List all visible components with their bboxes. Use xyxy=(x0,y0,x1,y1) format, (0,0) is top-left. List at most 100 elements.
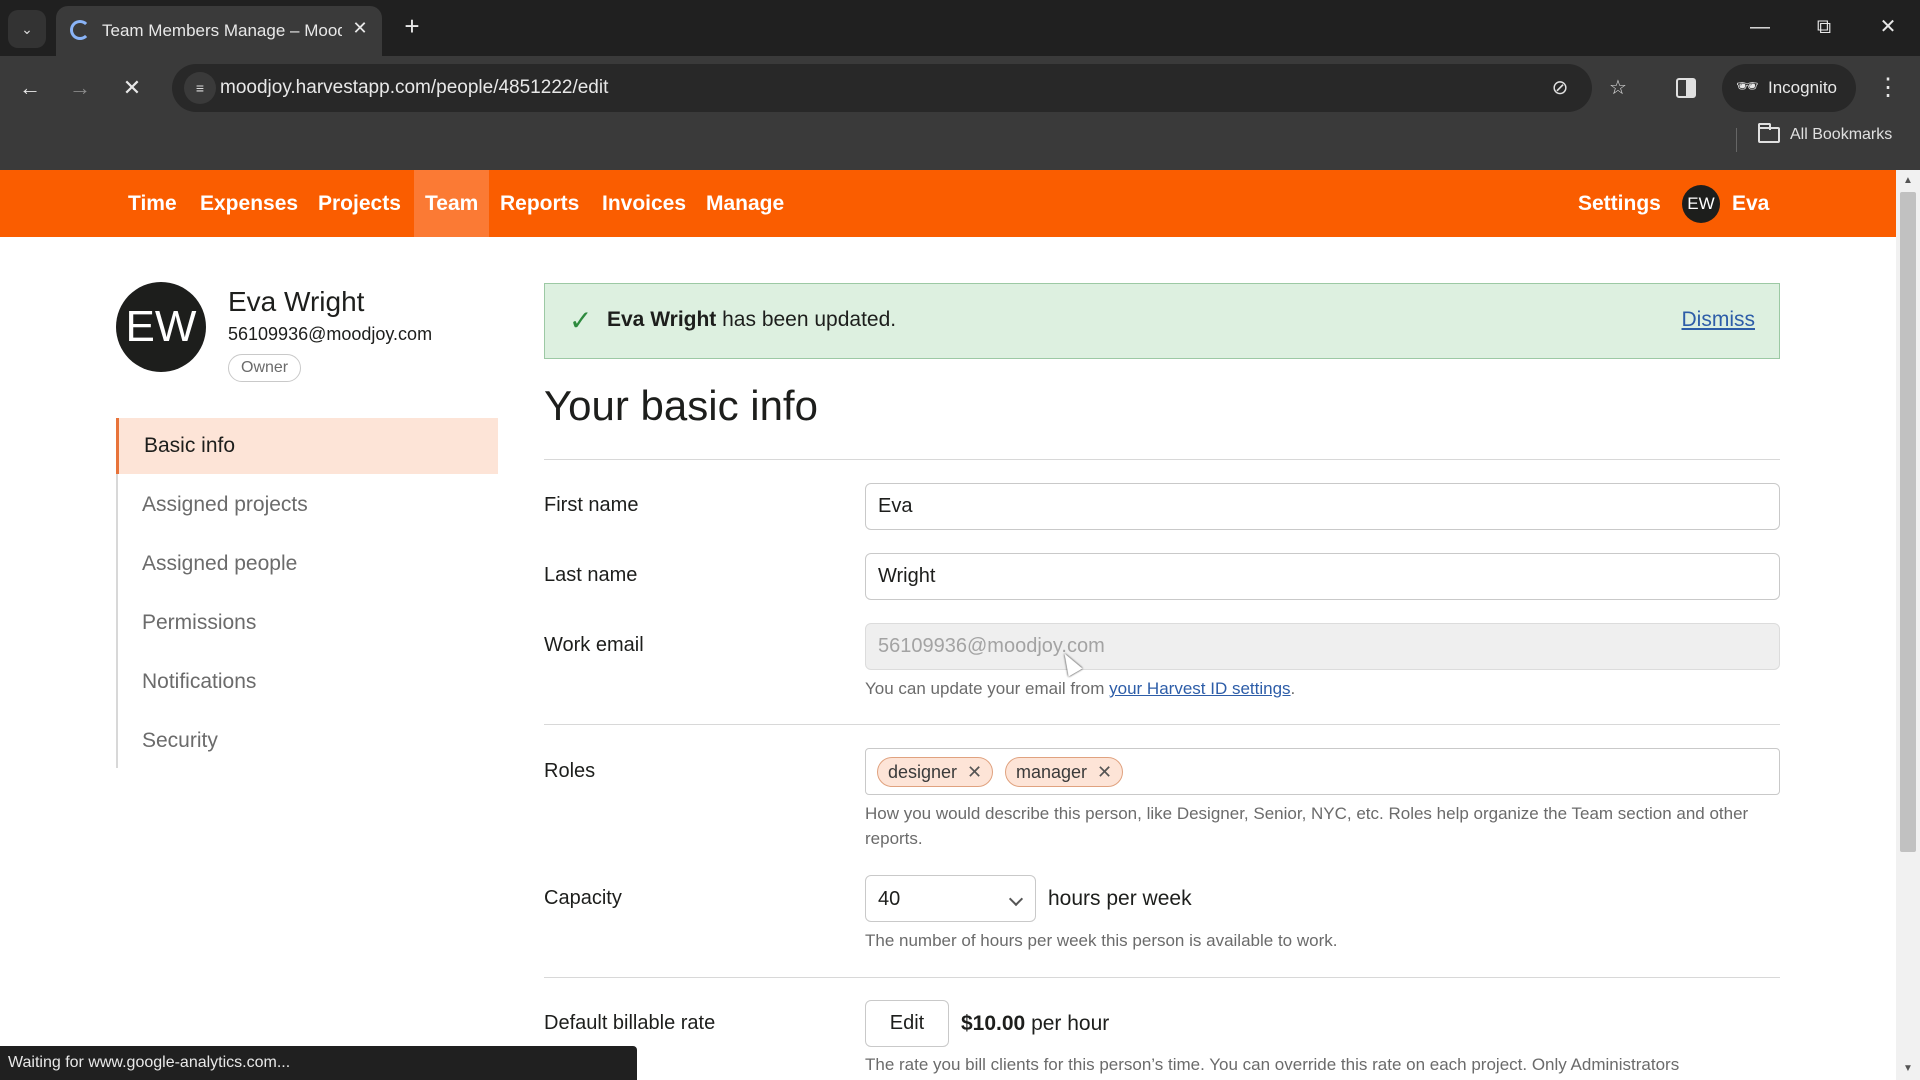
profile-name: Eva Wright xyxy=(228,286,365,317)
all-bookmarks-button[interactable]: All Bookmarks xyxy=(1758,123,1893,144)
billable-rate-unit: per hour xyxy=(1025,1012,1110,1035)
stop-loading-button[interactable]: ✕ xyxy=(114,70,150,106)
capacity-select[interactable]: 40 xyxy=(865,875,1036,922)
work-email-help: You can update your email from your Harv… xyxy=(865,676,1785,701)
new-tab-button[interactable]: + xyxy=(398,12,426,40)
success-flash: ✓ Eva Wright has been updated. Dismiss xyxy=(544,283,1780,359)
sidenav-security[interactable]: Security xyxy=(118,713,500,769)
billable-rate-value: $10.00 per hour xyxy=(961,1012,1109,1036)
nav-invoices[interactable]: Invoices xyxy=(591,170,697,237)
arrow-left-icon: ← xyxy=(19,75,41,100)
profile-sidenav: Basic info Assigned projects Assigned pe… xyxy=(116,418,498,768)
browser-tab[interactable]: Team Members Manage – Moodjoy ✕ xyxy=(56,6,382,56)
profile-avatar: EW xyxy=(116,282,206,372)
page-title: Your basic info xyxy=(544,382,818,429)
roles-help: How you would describe this person, like… xyxy=(865,804,1749,848)
capacity-value: 40 xyxy=(878,888,901,910)
roles-label: Roles xyxy=(544,760,596,782)
role-badge: Owner xyxy=(228,354,302,382)
eye-off-icon[interactable]: ⊘ xyxy=(1546,74,1574,102)
role-tag-label: manager xyxy=(1016,762,1088,782)
nav-reports[interactable]: Reports xyxy=(489,170,590,237)
billable-rate-amount: $10.00 xyxy=(961,1012,1026,1035)
section-divider xyxy=(544,459,1780,460)
arrow-right-icon: → xyxy=(69,75,91,100)
checkmark-icon: ✓ xyxy=(569,305,593,336)
work-email-label: Work email xyxy=(544,634,644,656)
section-divider xyxy=(544,977,1780,978)
billable-rate-label: Default billable rate xyxy=(544,1012,716,1034)
nav-projects[interactable]: Projects xyxy=(307,170,412,237)
star-icon[interactable]: ☆ xyxy=(1604,74,1632,102)
sidenav-assigned-people[interactable]: Assigned people xyxy=(118,536,500,592)
roles-input[interactable]: designer ✕ manager ✕ xyxy=(865,748,1780,795)
tab-title: Team Members Manage – Moodjoy xyxy=(102,21,342,40)
bookmarks-divider xyxy=(1736,128,1737,152)
scroll-down-icon[interactable]: ▼ xyxy=(1896,1060,1920,1078)
first-name-input[interactable]: Eva xyxy=(865,483,1780,530)
back-button[interactable]: ← xyxy=(12,70,48,106)
site-info-icon[interactable]: ≡ xyxy=(184,72,216,104)
sidenav-basic-info[interactable]: Basic info xyxy=(116,418,498,474)
user-menu[interactable]: Eva xyxy=(1721,170,1780,237)
chevron-down-icon xyxy=(1008,891,1024,907)
close-window-button[interactable]: ✕ xyxy=(1868,12,1908,42)
scrollbar-thumb[interactable] xyxy=(1900,192,1916,852)
harvest-id-settings-link[interactable]: your Harvest ID settings xyxy=(1109,679,1290,698)
address-bar[interactable]: ≡ moodjoy.harvestapp.com/people/4851222/… xyxy=(172,64,1592,112)
profile-email: 56109936@moodjoy.com xyxy=(228,324,433,344)
loading-favicon-icon xyxy=(70,20,90,40)
minimize-button[interactable]: — xyxy=(1740,12,1780,42)
incognito-indicator[interactable]: 🕶 Incognito xyxy=(1722,64,1856,112)
incognito-icon: 🕶 xyxy=(1736,76,1759,96)
remove-tag-icon[interactable]: ✕ xyxy=(1097,758,1112,786)
work-email-input: 56109936@moodjoy.com xyxy=(865,623,1780,670)
last-name-input[interactable]: Wright xyxy=(865,553,1780,600)
section-divider xyxy=(544,724,1780,725)
flash-name: Eva Wright xyxy=(607,308,717,331)
sidenav-notifications[interactable]: Notifications xyxy=(118,654,500,710)
flash-message-text: has been updated. xyxy=(716,308,897,331)
sidenav-permissions[interactable]: Permissions xyxy=(118,595,500,651)
tab-search-button[interactable]: ⌄ xyxy=(8,10,46,48)
incognito-label: Incognito xyxy=(1768,78,1837,97)
remove-tag-icon[interactable]: ✕ xyxy=(967,758,982,786)
first-name-label: First name xyxy=(544,494,639,516)
forward-button[interactable]: → xyxy=(62,70,98,106)
nav-settings[interactable]: Settings xyxy=(1567,170,1672,237)
nav-expenses[interactable]: Expenses xyxy=(189,170,309,237)
chevron-down-icon: ⌄ xyxy=(21,20,33,37)
capacity-help: The number of hours per week this person… xyxy=(865,931,1338,950)
side-panel-icon[interactable] xyxy=(1676,78,1696,98)
user-avatar[interactable]: EW xyxy=(1682,185,1720,223)
nav-team[interactable]: Team xyxy=(414,170,490,237)
role-tag-label: designer xyxy=(888,762,958,782)
folder-icon xyxy=(1758,123,1780,143)
nav-manage[interactable]: Manage xyxy=(695,170,795,237)
page-scrollbar[interactable]: ▲ ▼ xyxy=(1896,170,1920,1080)
browser-menu-icon[interactable]: ⋮ xyxy=(1876,70,1900,106)
url-text[interactable]: moodjoy.harvestapp.com/people/4851222/ed… xyxy=(220,77,608,99)
restore-button[interactable]: ⧉ xyxy=(1804,12,1844,42)
close-icon: ✕ xyxy=(122,75,142,100)
role-tag-manager: manager ✕ xyxy=(1005,757,1124,787)
all-bookmarks-label: All Bookmarks xyxy=(1790,126,1893,143)
capacity-unit: hours per week xyxy=(1048,887,1192,910)
last-name-label: Last name xyxy=(544,564,638,586)
flash-message: Eva Wright has been updated. xyxy=(607,308,896,332)
work-email-help-text: You can update your email from xyxy=(865,679,1110,698)
capacity-label: Capacity xyxy=(544,887,622,909)
sidenav-assigned-projects[interactable]: Assigned projects xyxy=(118,477,500,533)
browser-toolbar: ← → ✕ ≡ moodjoy.harvestapp.com/people/48… xyxy=(0,56,1920,170)
close-tab-icon[interactable]: ✕ xyxy=(348,16,372,40)
browser-tab-bar: ⌄ Team Members Manage – Moodjoy ✕ + — ⧉ … xyxy=(0,0,1920,56)
work-email-help-suffix: . xyxy=(1290,679,1296,698)
dismiss-link[interactable]: Dismiss xyxy=(1682,308,1756,332)
edit-rate-button[interactable]: Edit xyxy=(865,1000,949,1047)
billable-rate-help: The rate you bill clients for this perso… xyxy=(865,1055,1680,1074)
role-tag-designer: designer ✕ xyxy=(877,757,994,787)
nav-time[interactable]: Time xyxy=(117,170,188,237)
browser-status-bar: Waiting for www.google-analytics.com... xyxy=(0,1046,637,1080)
app-nav: Time Expenses Projects Team Reports Invo… xyxy=(0,170,1896,237)
scroll-up-icon[interactable]: ▲ xyxy=(1896,172,1920,190)
